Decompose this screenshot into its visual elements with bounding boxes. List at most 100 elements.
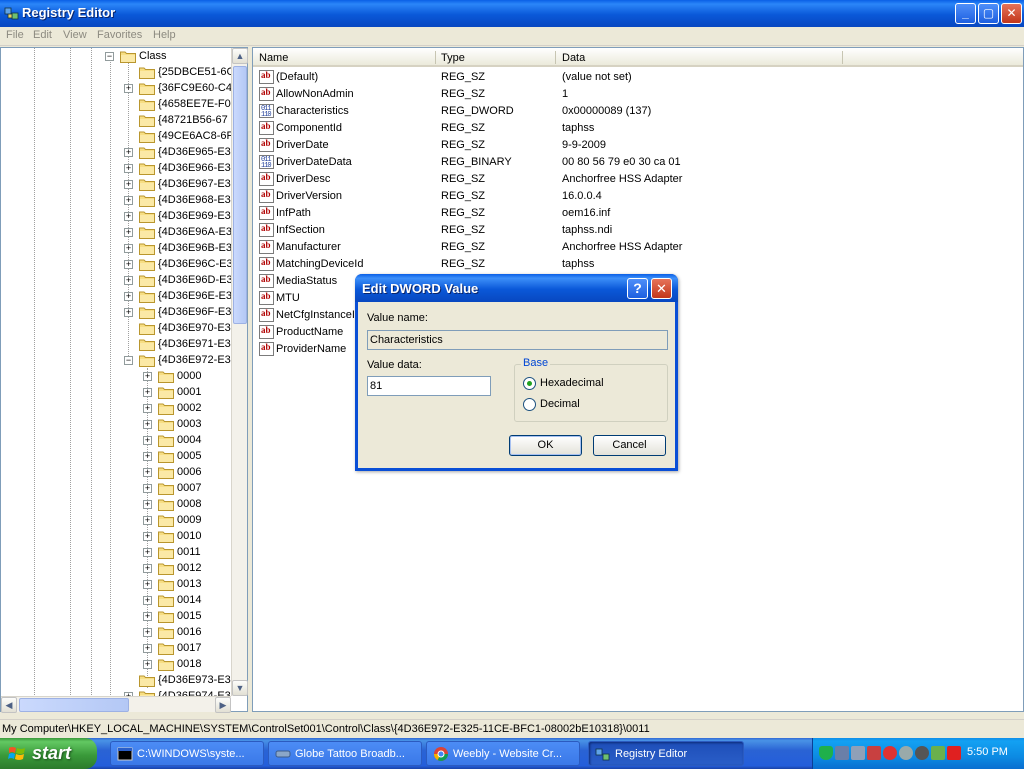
connection-icon[interactable] bbox=[851, 746, 865, 760]
expand-icon[interactable]: + bbox=[143, 484, 152, 493]
menu-favorites[interactable]: Favorites bbox=[97, 29, 142, 41]
expand-icon[interactable]: + bbox=[143, 612, 152, 621]
update-icon[interactable] bbox=[931, 746, 945, 760]
maximize-button[interactable]: ▢ bbox=[978, 3, 999, 24]
scroll-up-arrow[interactable]: ▲ bbox=[232, 48, 248, 64]
list-row[interactable]: ab InfSection REG_SZ taphss.ndi bbox=[257, 222, 1017, 239]
title-bar[interactable]: Registry Editor _ ▢ ✕ bbox=[0, 0, 1024, 27]
expand-icon[interactable]: + bbox=[143, 580, 152, 589]
task-weebly[interactable]: Weebly - Website Cr... bbox=[426, 741, 580, 766]
list-row[interactable]: ab DriverDate REG_SZ 9-9-2009 bbox=[257, 137, 1017, 154]
scroll-down-arrow[interactable]: ▼ bbox=[232, 680, 248, 696]
column-divider[interactable] bbox=[842, 51, 843, 64]
expand-icon[interactable]: + bbox=[124, 164, 133, 173]
decimal-radio[interactable] bbox=[523, 398, 536, 411]
network-warning-icon[interactable] bbox=[867, 746, 881, 760]
value-type: REG_SZ bbox=[441, 190, 486, 202]
menu-edit[interactable]: Edit bbox=[33, 29, 52, 41]
expand-icon[interactable]: + bbox=[143, 500, 152, 509]
scroll-left-arrow[interactable]: ◀ bbox=[1, 697, 17, 713]
expand-icon[interactable]: + bbox=[143, 436, 152, 445]
list-row[interactable]: 011 110 DriverDateData REG_BINARY 00 80 56 7… bbox=[257, 154, 1017, 171]
expand-icon[interactable]: + bbox=[143, 372, 152, 381]
expand-icon[interactable]: + bbox=[124, 180, 133, 189]
expand-icon[interactable]: + bbox=[124, 84, 133, 93]
column-divider[interactable] bbox=[435, 51, 436, 64]
expand-icon[interactable]: + bbox=[143, 516, 152, 525]
list-row[interactable]: 011 110 Characteristics REG_DWORD 0x00000089… bbox=[257, 103, 1017, 120]
help-button[interactable]: ? bbox=[627, 278, 648, 299]
list-row[interactable]: ab InfPath REG_SZ oem16.inf bbox=[257, 205, 1017, 222]
antivirus-icon[interactable] bbox=[883, 746, 897, 760]
network-icon[interactable] bbox=[835, 746, 849, 760]
dialog-close-button[interactable]: ✕ bbox=[651, 278, 672, 299]
scroll-right-arrow[interactable]: ▶ bbox=[215, 697, 231, 713]
expand-icon[interactable]: + bbox=[143, 468, 152, 477]
list-row[interactable]: ab MatchingDeviceId REG_SZ taphss bbox=[257, 256, 1017, 273]
start-button[interactable]: start bbox=[0, 738, 97, 769]
task-registry-editor[interactable]: Registry Editor bbox=[588, 741, 744, 766]
column-name[interactable]: Name bbox=[259, 52, 288, 64]
decimal-label[interactable]: Decimal bbox=[540, 398, 580, 410]
expand-icon[interactable]: + bbox=[143, 660, 152, 669]
list-row[interactable]: ab DriverDesc REG_SZ Anchorfree HSS Adapter bbox=[257, 171, 1017, 188]
clock[interactable]: 5:50 PM bbox=[967, 746, 1008, 758]
expand-icon[interactable]: + bbox=[143, 628, 152, 637]
avira-icon[interactable] bbox=[947, 746, 961, 760]
menu-view[interactable]: View bbox=[63, 29, 87, 41]
task-globe-tattoo[interactable]: Globe Tattoo Broadb... bbox=[268, 741, 422, 766]
expand-icon[interactable]: + bbox=[143, 452, 152, 461]
expand-icon[interactable]: + bbox=[124, 244, 133, 253]
expand-icon[interactable]: + bbox=[143, 644, 152, 653]
expand-icon[interactable]: + bbox=[124, 276, 133, 285]
column-data[interactable]: Data bbox=[562, 52, 585, 64]
expand-icon[interactable]: + bbox=[124, 196, 133, 205]
hexadecimal-label[interactable]: Hexadecimal bbox=[540, 377, 604, 389]
folder-icon bbox=[139, 242, 155, 255]
expand-icon[interactable]: + bbox=[143, 420, 152, 429]
expand-icon[interactable]: + bbox=[143, 404, 152, 413]
minimize-button[interactable]: _ bbox=[955, 3, 976, 24]
ok-button[interactable]: OK bbox=[509, 435, 582, 456]
expand-icon[interactable]: + bbox=[143, 596, 152, 605]
tree-horizontal-scrollbar[interactable]: ◀ ▶ bbox=[1, 696, 231, 713]
list-row[interactable]: ab ComponentId REG_SZ taphss bbox=[257, 120, 1017, 137]
expand-icon[interactable]: + bbox=[124, 228, 133, 237]
dialog-title-bar[interactable]: Edit DWORD Value ? ✕ bbox=[355, 274, 678, 302]
column-divider[interactable] bbox=[555, 51, 556, 64]
value-data-input[interactable]: 81 bbox=[367, 376, 491, 396]
menu-bar: File Edit View Favorites Help bbox=[0, 27, 1024, 46]
list-row[interactable]: ab DriverVersion REG_SZ 16.0.0.4 bbox=[257, 188, 1017, 205]
scroll-thumb[interactable] bbox=[19, 698, 129, 712]
expand-icon[interactable]: + bbox=[124, 260, 133, 269]
menu-help[interactable]: Help bbox=[153, 29, 176, 41]
hexadecimal-radio[interactable] bbox=[523, 377, 536, 390]
close-button[interactable]: ✕ bbox=[1001, 3, 1022, 24]
collapse-icon[interactable]: − bbox=[124, 356, 133, 365]
settings-icon[interactable] bbox=[899, 746, 913, 760]
key-tree-pane[interactable]: − Class {25DBCE51-6C + {36FC9E60-C4 {4658EE7E… bbox=[0, 47, 248, 712]
task-command-prompt[interactable]: C:\WINDOWS\syste... bbox=[110, 741, 264, 766]
string-value-icon: ab bbox=[259, 342, 274, 356]
expand-icon[interactable]: + bbox=[124, 148, 133, 157]
expand-icon[interactable]: + bbox=[143, 532, 152, 541]
tree-item-label: {25DBCE51-6C bbox=[158, 66, 235, 78]
tree-vertical-scrollbar[interactable]: ▲ ▼ bbox=[231, 48, 248, 696]
list-row[interactable]: ab (Default) REG_SZ (value not set) bbox=[257, 69, 1017, 86]
expand-icon[interactable]: + bbox=[143, 548, 152, 557]
shield-icon[interactable] bbox=[819, 746, 833, 760]
expand-icon[interactable]: + bbox=[143, 564, 152, 573]
speaker-icon[interactable] bbox=[915, 746, 929, 760]
menu-file[interactable]: File bbox=[6, 29, 24, 41]
scroll-thumb[interactable] bbox=[233, 66, 247, 324]
list-row[interactable]: ab Manufacturer REG_SZ Anchorfree HSS Adapt… bbox=[257, 239, 1017, 256]
list-row[interactable]: ab AllowNonAdmin REG_SZ 1 bbox=[257, 86, 1017, 103]
column-type[interactable]: Type bbox=[441, 52, 465, 64]
expand-icon[interactable]: + bbox=[124, 308, 133, 317]
collapse-icon[interactable]: − bbox=[105, 52, 114, 61]
tree-item-label: {4D36E967-E3 bbox=[158, 178, 231, 190]
cancel-button[interactable]: Cancel bbox=[593, 435, 666, 456]
expand-icon[interactable]: + bbox=[124, 292, 133, 301]
expand-icon[interactable]: + bbox=[143, 388, 152, 397]
expand-icon[interactable]: + bbox=[124, 212, 133, 221]
